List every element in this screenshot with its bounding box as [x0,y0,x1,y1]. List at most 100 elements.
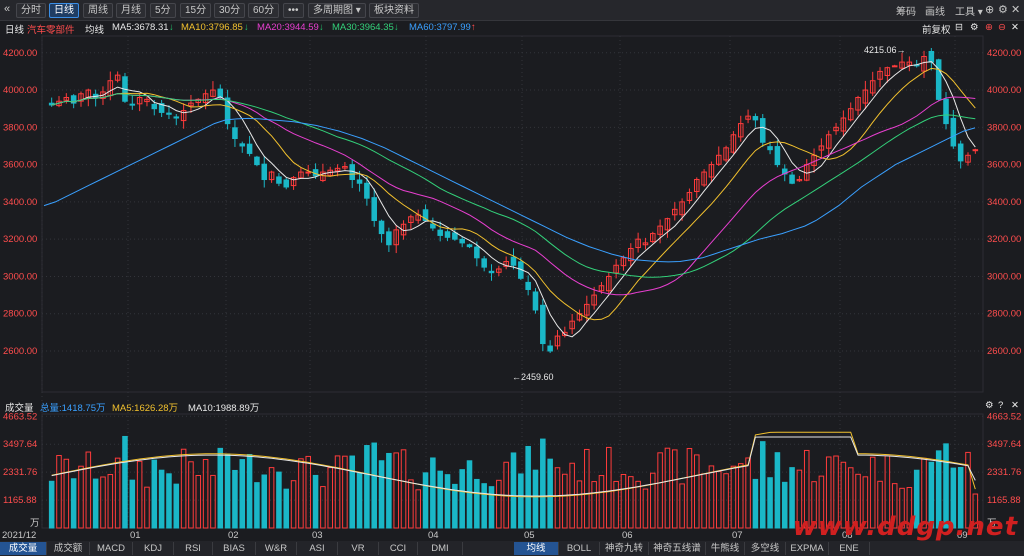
time-tick-label: 03 [312,530,323,541]
volume-bar [620,473,627,529]
volume-bar [496,479,502,529]
tab-magic-nine[interactable]: 神奇九转 [600,542,649,555]
tab-vr[interactable]: VR [338,542,379,555]
price-tick-left: 2800.00 [3,309,37,320]
price-tick-right: 2600.00 [987,346,1021,357]
volume-bar [584,448,590,529]
tab-long-short[interactable]: 多空线 [745,542,786,555]
candle-body [935,59,942,100]
volume-bar [224,453,231,529]
volume-bar [364,445,370,529]
candle-body [466,244,473,248]
volume-bar [422,472,429,529]
tab-turnover[interactable]: 成交额 [47,542,90,555]
candle-body [371,197,377,222]
candle-body [437,229,443,236]
volume-bar [239,459,246,529]
candle-body [752,116,759,121]
time-tick-label: 2021/12 [2,530,36,541]
tab-wr[interactable]: W&R [256,542,297,555]
volume-bar [144,486,150,529]
candle-body [759,118,766,143]
candle-body [972,149,979,152]
volume-bar [371,442,377,529]
volume-bar [195,475,202,529]
tab-asi[interactable]: ASI [297,542,338,555]
volume-bar [276,471,282,529]
time-tick-label: 01 [130,530,141,541]
volume-bar [540,438,546,529]
tab-kdj[interactable]: KDJ [133,542,174,555]
volume-bar [48,480,55,529]
price-tick-right: 3600.00 [987,160,1021,171]
price-tick-left: 3600.00 [3,160,37,171]
candle-body [261,163,268,181]
volume-bar [737,463,744,529]
candle-body [239,143,246,147]
candlestick-chart[interactable]: 4200.00 4200.00 4000.00 4000.00 3800.00 3800.… [0,0,1024,541]
indicator-tabs: 成交量 成交额 MACD KDJ RSI BIAS W&R ASI VR CCI DMI 均线 BOLL… [0,541,1024,556]
volume-unit-left: 万 [30,518,40,529]
volume-bar [591,481,597,529]
volume-bar [85,451,92,529]
volume-bar [78,465,84,529]
volume-bar [466,460,473,529]
candle-body [356,179,363,184]
volume-tick-right: 1165.88 [987,495,1021,506]
tab-macd[interactable]: MACD [90,542,133,555]
candle-body [217,88,224,99]
tab-rsi[interactable]: RSI [174,542,213,555]
volume-bar [430,457,436,529]
volume-bar [415,489,421,529]
tab-cci[interactable]: CCI [379,542,418,555]
candle-body [474,246,480,259]
price-tick-left: 3400.00 [3,197,37,208]
tab-boll[interactable]: BOLL [559,542,600,555]
volume-bar [217,447,224,529]
tab-dmi[interactable]: DMI [418,542,463,555]
candle-body [173,116,180,119]
volume-bar [708,465,715,529]
volume-bar [173,483,180,529]
tab-ene[interactable]: ENE [829,542,870,555]
volume-bar [774,452,781,529]
tab-ma[interactable]: 均线 [514,542,559,555]
volume-bar [290,480,297,529]
volume-bar [686,448,693,529]
price-panel-frame [41,35,984,393]
time-tick-label: 02 [228,530,239,541]
candle-body [547,345,553,352]
tab-bias[interactable]: BIAS [213,542,256,555]
tab-magic-five[interactable]: 神奇五线谱 [649,542,706,555]
volume-bar [781,481,788,529]
tab-expma[interactable]: EXPMA [786,542,829,555]
volume-bar [752,478,759,529]
volume-bar [283,488,290,529]
ma60-line [43,117,976,263]
tab-bull-bear[interactable]: 牛熊线 [706,542,745,555]
price-tick-left: 2600.00 [3,346,37,357]
volume-bar [481,483,487,529]
candle-body [481,258,487,268]
candle-body [452,232,458,240]
volume-bar [261,474,268,529]
volume-bar [312,474,319,529]
tab-volume[interactable]: 成交量 [0,542,47,555]
volume-bar [532,469,539,529]
price-tick-right: 3400.00 [987,197,1021,208]
candle-body [378,220,385,235]
candle-body [386,231,392,246]
volume-bar [151,459,158,529]
candle-body [510,256,517,266]
volume-bar [693,454,700,529]
volume-bar [745,457,751,529]
volume-bar [606,446,612,529]
candle-body [943,98,949,125]
volume-bar [356,472,363,529]
price-tick-right: 2800.00 [987,309,1021,320]
volume-tick-left: 1165.88 [3,495,37,506]
price-tick-left: 3200.00 [3,234,37,245]
volume-bar [63,458,70,529]
volume-bar [386,452,392,529]
volume-bar [393,452,399,529]
